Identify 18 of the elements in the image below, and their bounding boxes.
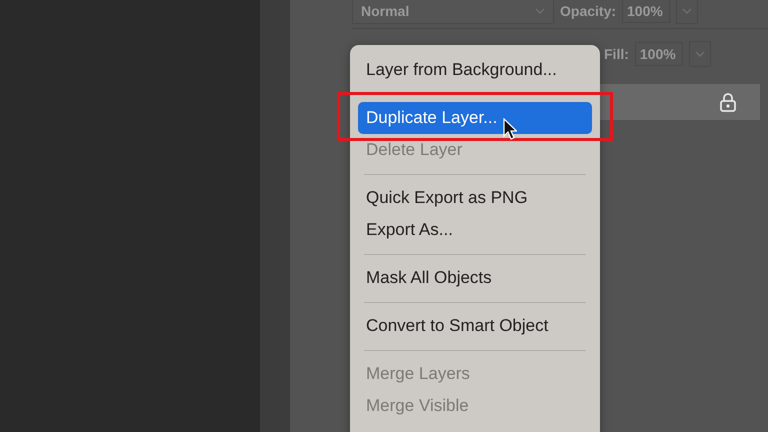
chevron-icon <box>682 8 692 14</box>
menu-item[interactable]: Duplicate Layer... <box>358 102 592 134</box>
fill-dropdown-button[interactable] <box>688 41 711 67</box>
lock-icon <box>720 92 736 112</box>
cursor-icon <box>503 118 517 140</box>
menu-item[interactable]: Layer from Background... <box>358 54 592 86</box>
menu-item[interactable]: Export As... <box>358 214 592 246</box>
chevron-icon <box>535 8 545 14</box>
opacity-dropdown-button[interactable] <box>676 0 698 24</box>
opacity-field[interactable]: 100% <box>622 0 670 23</box>
menu-item[interactable]: Mask All Objects <box>358 262 592 294</box>
chevron-icon <box>694 51 705 57</box>
blend-mode-dropdown[interactable]: Normal <box>352 0 554 24</box>
fill-field[interactable]: 100% <box>634 42 683 66</box>
opacity-label: Opacity: <box>560 3 616 19</box>
fill-label: Fill: <box>604 46 629 62</box>
menu-item[interactable]: Quick Export as PNG <box>358 182 592 214</box>
menu-item[interactable]: Convert to Smart Object <box>358 310 592 342</box>
